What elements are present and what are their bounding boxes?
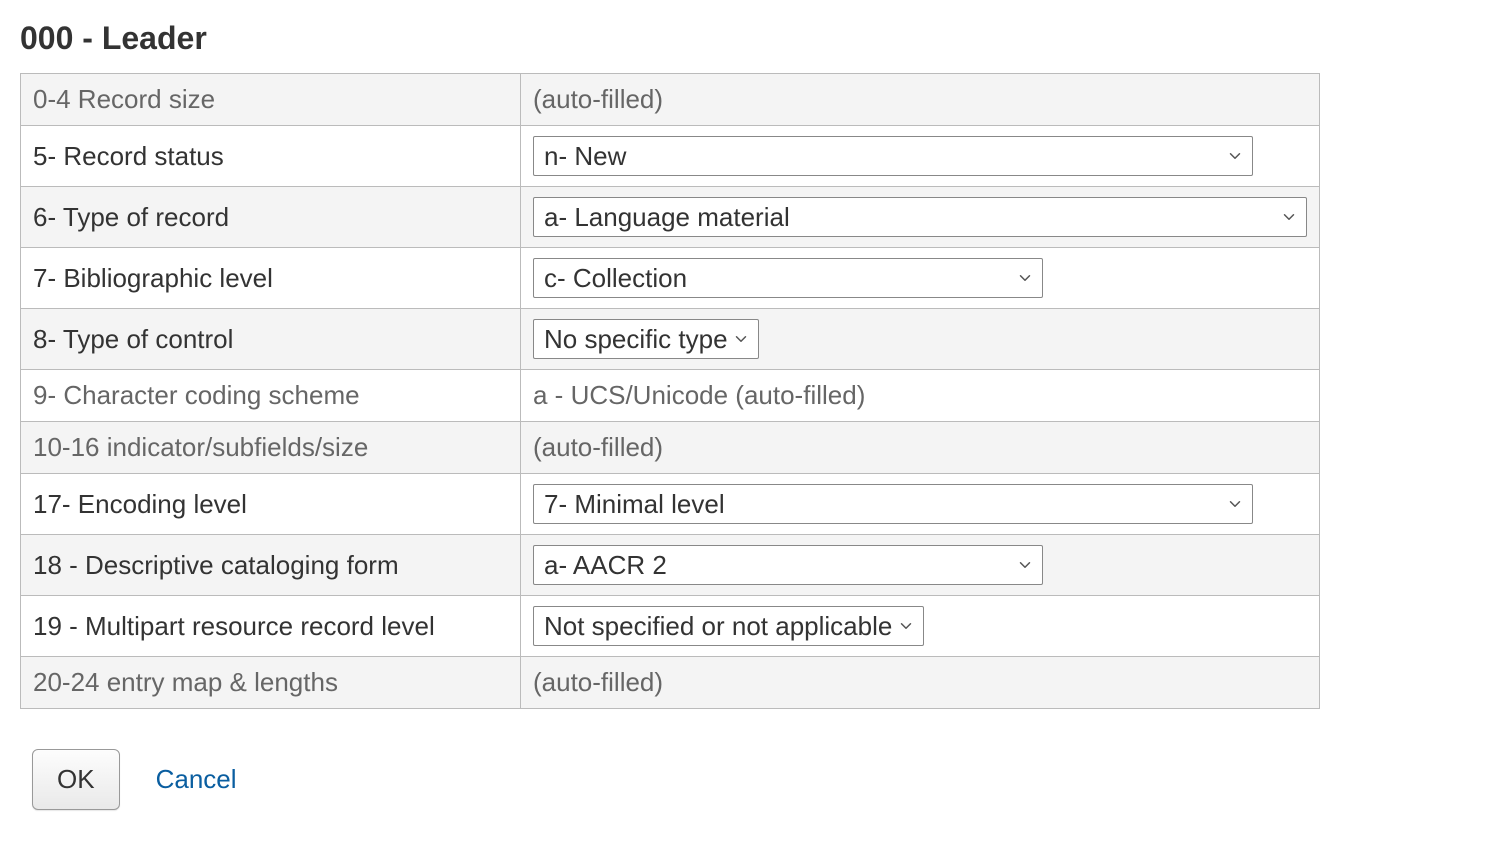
row-bibliographic-level: 7- Bibliographic level c- Collection	[21, 248, 1320, 309]
page-title: 000 - Leader	[20, 20, 1320, 57]
label-bibliographic-level: 7- Bibliographic level	[21, 248, 521, 309]
label-entry-map-lengths: 20-24 entry map & lengths	[21, 657, 521, 709]
select-record-status[interactable]: n- New	[533, 136, 1253, 176]
label-type-of-record: 6- Type of record	[21, 187, 521, 248]
select-bibliographic-level[interactable]: c- Collection	[533, 258, 1043, 298]
row-entry-map-lengths: 20-24 entry map & lengths (auto-filled)	[21, 657, 1320, 709]
cancel-link[interactable]: Cancel	[156, 764, 237, 795]
value-indicator-subfields-size: (auto-filled)	[521, 422, 1320, 474]
value-record-size: (auto-filled)	[521, 74, 1320, 126]
select-type-of-record[interactable]: a- Language material	[533, 197, 1307, 237]
button-row: OK Cancel	[20, 749, 1320, 810]
value-character-coding-scheme: a - UCS/Unicode (auto-filled)	[521, 370, 1320, 422]
label-multipart-resource-record-level: 19 - Multipart resource record level	[21, 596, 521, 657]
row-multipart-resource-record-level: 19 - Multipart resource record level Not…	[21, 596, 1320, 657]
select-type-of-control[interactable]: No specific type	[533, 319, 759, 359]
row-record-status: 5- Record status n- New	[21, 126, 1320, 187]
row-record-size: 0-4 Record size (auto-filled)	[21, 74, 1320, 126]
label-descriptive-cataloging-form: 18 - Descriptive cataloging form	[21, 535, 521, 596]
leader-form: 000 - Leader 0-4 Record size (auto-fille…	[20, 20, 1320, 810]
row-descriptive-cataloging-form: 18 - Descriptive cataloging form a- AACR…	[21, 535, 1320, 596]
select-multipart-resource-record-level[interactable]: Not specified or not applicable	[533, 606, 924, 646]
label-type-of-control: 8- Type of control	[21, 309, 521, 370]
label-character-coding-scheme: 9- Character coding scheme	[21, 370, 521, 422]
select-encoding-level[interactable]: 7- Minimal level	[533, 484, 1253, 524]
row-character-coding-scheme: 9- Character coding scheme a - UCS/Unico…	[21, 370, 1320, 422]
label-indicator-subfields-size: 10-16 indicator/subfields/size	[21, 422, 521, 474]
row-encoding-level: 17- Encoding level 7- Minimal level	[21, 474, 1320, 535]
row-indicator-subfields-size: 10-16 indicator/subfields/size (auto-fil…	[21, 422, 1320, 474]
label-encoding-level: 17- Encoding level	[21, 474, 521, 535]
row-type-of-control: 8- Type of control No specific type	[21, 309, 1320, 370]
select-descriptive-cataloging-form[interactable]: a- AACR 2	[533, 545, 1043, 585]
leader-table: 0-4 Record size (auto-filled) 5- Record …	[20, 73, 1320, 709]
label-record-status: 5- Record status	[21, 126, 521, 187]
value-entry-map-lengths: (auto-filled)	[521, 657, 1320, 709]
label-record-size: 0-4 Record size	[21, 74, 521, 126]
row-type-of-record: 6- Type of record a- Language material	[21, 187, 1320, 248]
ok-button[interactable]: OK	[32, 749, 120, 810]
